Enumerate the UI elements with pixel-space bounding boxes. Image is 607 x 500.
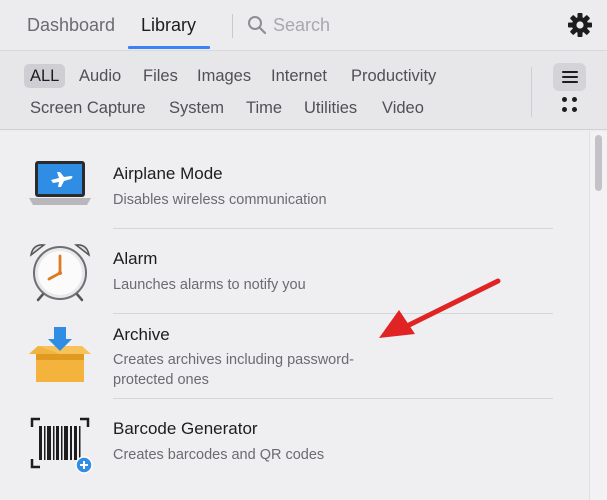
gear-icon[interactable]: [567, 12, 593, 38]
list-item[interactable]: Barcode Generator Creates barcodes and Q…: [0, 399, 585, 489]
filter-productivity[interactable]: Productivity: [351, 64, 436, 88]
filter-files[interactable]: Files: [143, 64, 178, 88]
tool-list: Airplane Mode Disables wireless communic…: [0, 131, 607, 500]
active-tab-indicator: [128, 46, 210, 49]
filter-images[interactable]: Images: [197, 64, 251, 88]
item-title: Archive: [113, 325, 170, 344]
item-title: Airplane Mode: [113, 164, 223, 183]
filter-system[interactable]: System: [169, 96, 224, 120]
list-icon: [562, 71, 578, 73]
archive-box-icon: [29, 327, 91, 382]
scrollbar[interactable]: [589, 131, 607, 500]
top-bar: Dashboard Library: [0, 0, 607, 50]
item-description: Creates barcodes and QR codes: [113, 447, 325, 463]
filter-time[interactable]: Time: [246, 96, 282, 120]
tab-library[interactable]: Library: [141, 15, 196, 36]
airplane-laptop-icon: [29, 161, 91, 205]
category-filter-bar: ALL Audio Files Images Internet Producti…: [0, 50, 607, 130]
grid-view-button[interactable]: [557, 95, 583, 115]
search-input[interactable]: [273, 13, 533, 37]
list-item[interactable]: Airplane Mode Disables wireless communic…: [0, 145, 585, 229]
filter-utilities[interactable]: Utilities: [304, 96, 357, 120]
scrollbar-thumb[interactable]: [595, 135, 602, 191]
filter-audio[interactable]: Audio: [79, 64, 121, 88]
item-description: Creates archives including password-prot…: [113, 352, 354, 388]
filter-internet[interactable]: Internet: [271, 64, 327, 88]
item-title: Alarm: [113, 249, 158, 268]
divider: [232, 14, 233, 38]
item-description: Disables wireless communication: [113, 192, 327, 208]
annotation-arrow-icon: [379, 278, 501, 338]
alarm-clock-icon: [29, 244, 91, 302]
tab-dashboard[interactable]: Dashboard: [27, 15, 115, 36]
item-title: Barcode Generator: [113, 419, 258, 438]
filter-screen-capture[interactable]: Screen Capture: [30, 96, 146, 120]
filter-video[interactable]: Video: [382, 96, 424, 120]
item-description: Launches alarms to notify you: [113, 277, 306, 293]
list-view-button[interactable]: [553, 63, 586, 91]
filter-all[interactable]: ALL: [24, 64, 66, 88]
search-icon: [248, 16, 267, 35]
divider: [531, 67, 532, 117]
grid-icon: [562, 97, 567, 102]
barcode-icon: [30, 417, 93, 474]
